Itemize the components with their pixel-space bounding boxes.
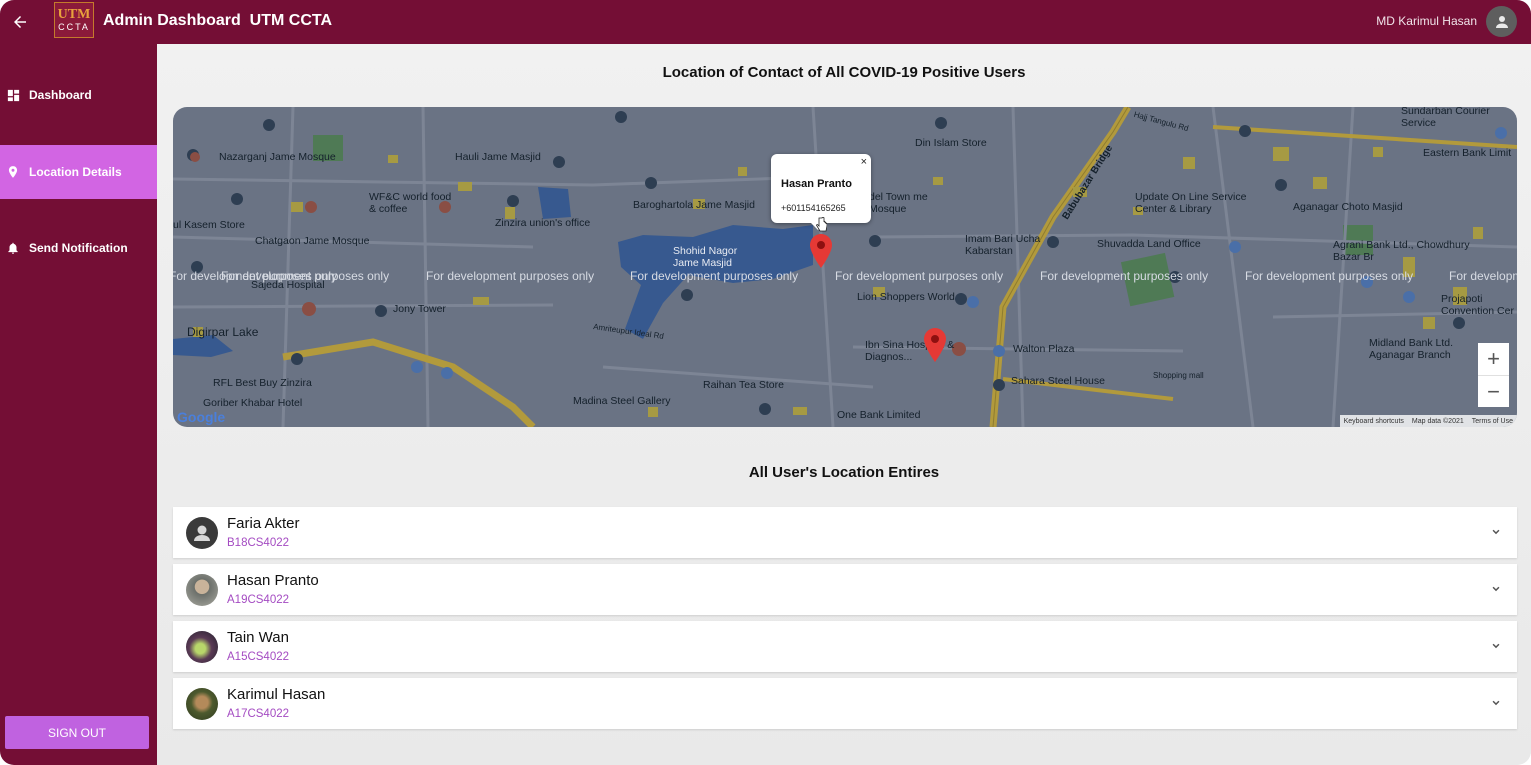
map-place-label: ul Kasem Store <box>173 219 245 231</box>
map-place-label: Projapoti Convention Cer <box>1441 293 1514 317</box>
sidebar-item-label: Location Details <box>29 165 122 179</box>
hand-cursor-icon <box>816 217 827 232</box>
map-place-label: Madina Steel Gallery <box>573 395 671 407</box>
map-watermark: For development purposes only <box>426 269 595 283</box>
map-data-text: Map data ©2021 <box>1411 417 1464 425</box>
user-entry-row[interactable]: Karimul Hasan A17CS4022 <box>173 678 1517 729</box>
location-marker-icon[interactable] <box>924 328 946 362</box>
user-id: A17CS4022 <box>227 708 290 720</box>
map-place-label: Zinzira union's office <box>495 217 591 229</box>
top-bar: UTM CCTA Admin Dashboard UTM CCTA MD Kar… <box>0 0 1531 44</box>
map-place-label: Raihan Tea Store <box>703 379 784 391</box>
chevron-down-icon[interactable] <box>1489 696 1503 710</box>
sign-out-button[interactable]: SIGN OUT <box>5 716 149 749</box>
page-title: Admin Dashboard UTM CCTA <box>103 12 333 29</box>
google-logo[interactable]: Google <box>177 409 225 425</box>
location-marker-icon[interactable] <box>810 234 832 268</box>
user-entry-row[interactable]: Hasan Pranto A19CS4022 <box>173 564 1517 615</box>
user-name: Hasan Pranto <box>227 572 319 589</box>
info-window-name: Hasan Pranto <box>781 178 852 190</box>
user-name: Faria Akter <box>227 515 300 532</box>
logo-top-text: UTM <box>57 7 91 22</box>
map-heading: Location of Contact of All COVID-19 Posi… <box>662 64 1026 81</box>
map-watermark: For development purposes only <box>835 269 1004 283</box>
map-place-label: Walton Plaza <box>1013 343 1075 355</box>
map-place-label: Goriber Khabar Hotel <box>203 397 303 409</box>
sidebar-item-dashboard[interactable]: Dashboard <box>0 68 157 122</box>
map-place-label: Imam Bari Ucha Kabarstan <box>965 233 1041 257</box>
map-place-label: Shopping mall <box>1153 371 1204 380</box>
avatar <box>186 517 218 549</box>
user-avatar[interactable] <box>1486 6 1517 37</box>
keyboard-shortcuts-link[interactable]: Keyboard shortcuts <box>1344 418 1404 425</box>
map-place-label: Agrani Bank Ltd., Chowdhury Bazar Br <box>1333 239 1470 263</box>
map-watermark: For development purposes only <box>1040 269 1209 283</box>
map-watermark: For development purposes only <box>1449 269 1517 283</box>
map-place-label: Sahara Steel House <box>1011 375 1105 387</box>
map-place-label: Aganagar Choto Masjid <box>1293 201 1403 213</box>
main-content: Location of Contact of All COVID-19 Posi… <box>157 44 1531 765</box>
map-place-label: Sundarban Courier Service <box>1401 107 1490 129</box>
info-window-phone: +601154165265 <box>781 203 846 213</box>
marker-info-window: × Hasan Pranto +601154165265 <box>771 154 871 223</box>
map-place-label: Din Islam Store <box>915 137 987 149</box>
user-name: Karimul Hasan <box>227 686 326 703</box>
chevron-down-icon[interactable] <box>1489 582 1503 596</box>
back-button[interactable] <box>0 0 40 44</box>
user-name: Tain Wan <box>227 629 289 646</box>
chevron-down-icon[interactable] <box>1489 639 1503 653</box>
sidebar-item-send-notification[interactable]: Send Notification <box>0 221 157 275</box>
map-place-label: RFL Best Buy Zinzira <box>213 377 312 389</box>
sidebar: Dashboard Location Details Send Notifica… <box>0 44 157 765</box>
map-place-label: Update On Line Service Center & Library <box>1135 191 1247 215</box>
user-id: A15CS4022 <box>227 651 290 663</box>
logo-bottom-text: CCTA <box>58 22 90 32</box>
map-place-label: Digirpar Lake <box>187 325 259 339</box>
map-place-label: Chatgaon Jame Mosque <box>255 235 370 247</box>
map-place-label: WF&C world food & coffee <box>369 191 452 215</box>
sidebar-item-label: Send Notification <box>29 241 128 255</box>
map-watermark: For development purposes only <box>630 269 799 283</box>
sidebar-item-label: Dashboard <box>29 88 92 102</box>
map-place-label: Shohid Nagor Jame Masjid <box>673 245 738 269</box>
avatar <box>186 688 218 720</box>
user-id: B18CS4022 <box>227 537 290 549</box>
user-entry-row[interactable]: Faria Akter B18CS4022 <box>173 507 1517 558</box>
back-arrow-icon <box>14 16 26 28</box>
map-place-label: Lion Shoppers World <box>857 291 955 303</box>
terms-of-use-link[interactable]: Terms of Use <box>1472 418 1513 425</box>
map-place-label: Jony Tower <box>393 303 446 315</box>
avatar <box>186 574 218 606</box>
user-entry-row[interactable]: Tain Wan A15CS4022 <box>173 621 1517 672</box>
map-place-label: Nazarganj Jame Mosque <box>219 151 336 163</box>
map-place-label: Shuvadda Land Office <box>1097 238 1201 250</box>
list-heading: All User's Location Entires <box>748 464 940 481</box>
zoom-in-button[interactable]: + <box>1478 343 1509 375</box>
map-watermark: For development purposes only <box>1245 269 1414 283</box>
map-place-label: Midland Bank Ltd. Aganagar Branch <box>1369 337 1454 361</box>
map-place-label: Eastern Bank Limit <box>1423 147 1512 159</box>
chevron-down-icon[interactable] <box>1489 525 1503 539</box>
logo: UTM CCTA <box>54 2 94 38</box>
map-place-label: One Bank Limited <box>837 409 921 421</box>
zoom-out-button[interactable]: − <box>1478 375 1509 407</box>
close-icon[interactable]: × <box>861 156 867 168</box>
map-attribution: Keyboard shortcuts Map data ©2021 Terms … <box>1339 415 1517 427</box>
dashboard-icon <box>0 88 29 103</box>
person-icon <box>1495 15 1508 28</box>
user-id: A19CS4022 <box>227 594 290 606</box>
map-pin-icon <box>0 164 29 180</box>
map-watermark: For development purposes only <box>221 269 390 283</box>
map-place-label: Hauli Jame Masjid <box>455 151 541 163</box>
user-name: MD Karimul Hasan <box>1376 14 1477 28</box>
map-place-label: Baroghartola Jame Masjid <box>633 199 755 211</box>
map[interactable]: Nazarganj Jame Mosque Hauli Jame Masjid … <box>173 107 1517 427</box>
sidebar-item-location-details[interactable]: Location Details <box>0 145 157 199</box>
app-window: UTM CCTA Admin Dashboard UTM CCTA MD Kar… <box>0 0 1531 765</box>
avatar <box>186 631 218 663</box>
bell-icon <box>0 240 29 256</box>
map-place-label: del Town me Mosque <box>869 191 928 215</box>
